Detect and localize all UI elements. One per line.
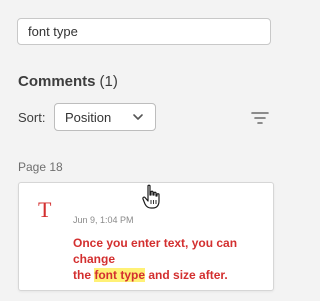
comments-header: Comments (1) bbox=[18, 73, 118, 90]
comments-panel: Comments(1) Sort: Position Page 18 T Jun… bbox=[0, 0, 300, 301]
comment-text-suffix: and size after. bbox=[145, 268, 228, 282]
comment-timestamp: Jun 9, 1:04 PM bbox=[73, 215, 134, 225]
search-input[interactable] bbox=[28, 24, 260, 39]
chevron-down-icon bbox=[133, 114, 143, 120]
comment-text-highlight: font type bbox=[94, 268, 146, 282]
text-type-icon: T bbox=[38, 197, 52, 222]
hand-pointer-icon bbox=[142, 184, 160, 209]
search-box[interactable] bbox=[17, 18, 271, 45]
comment-text-prefix: the bbox=[73, 268, 95, 282]
sort-dropdown[interactable]: Position bbox=[54, 103, 156, 131]
comment-text-line1: Once you enter text, you can change bbox=[73, 236, 238, 266]
comments-title: Comments bbox=[18, 73, 96, 90]
comments-count: (1) bbox=[99, 73, 118, 90]
filter-icon[interactable] bbox=[251, 111, 269, 125]
sort-label: Sort: bbox=[18, 110, 46, 125]
comment-text: Once you enter text, you can change the … bbox=[73, 235, 263, 283]
sort-selected-value: Position bbox=[65, 109, 112, 125]
page-group-label: Page 18 bbox=[18, 160, 63, 174]
